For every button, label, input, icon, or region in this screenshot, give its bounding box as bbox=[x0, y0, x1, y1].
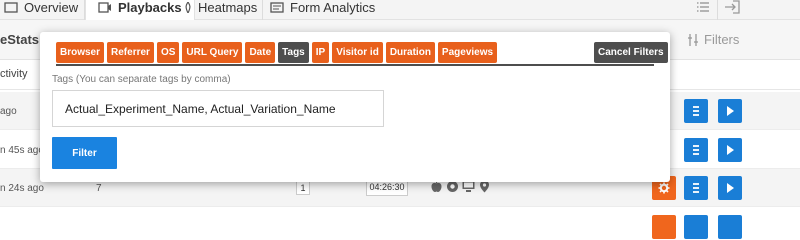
row-time: n 45s ago bbox=[0, 145, 44, 156]
details-button[interactable] bbox=[684, 215, 708, 239]
details-button[interactable] bbox=[684, 99, 708, 123]
form-analytics-icon bbox=[270, 1, 284, 13]
tab-overview-label: Overview bbox=[24, 0, 79, 15]
column-activity: ctivity bbox=[0, 68, 28, 80]
tab-playbacks[interactable]: Playbacks bbox=[85, 0, 195, 20]
filter-sliders-icon bbox=[688, 33, 698, 46]
filter-tab-os[interactable]: OS bbox=[156, 42, 180, 63]
device-icons bbox=[430, 180, 491, 194]
nav-divider bbox=[262, 0, 263, 20]
play-button[interactable] bbox=[718, 215, 742, 239]
play-button[interactable] bbox=[718, 176, 742, 200]
list-icon[interactable] bbox=[696, 0, 710, 14]
tab-divider bbox=[56, 64, 654, 66]
settings-button[interactable] bbox=[652, 215, 676, 239]
tab-playbacks-label: Playbacks bbox=[118, 0, 182, 15]
list-icon bbox=[693, 106, 699, 116]
filter-tab-tags[interactable]: Tags bbox=[278, 42, 309, 63]
details-button[interactable] bbox=[684, 176, 708, 200]
tab-overview[interactable]: Overview bbox=[4, 0, 78, 20]
filters-label: Filters bbox=[704, 32, 740, 47]
filter-tab-duration[interactable]: Duration bbox=[385, 42, 435, 63]
play-button[interactable] bbox=[718, 138, 742, 162]
play-icon bbox=[727, 145, 734, 155]
export-icon[interactable] bbox=[724, 0, 740, 14]
filter-tab-visitor-id[interactable]: Visitor id bbox=[332, 42, 383, 63]
tab-form-analytics[interactable]: Form Analytics bbox=[270, 0, 375, 20]
list-icon bbox=[693, 145, 699, 155]
tags-field-label: Tags (You can separate tags by comma) bbox=[52, 74, 231, 85]
filter-tab-ip[interactable]: IP bbox=[311, 42, 330, 63]
filter-tab-url-query[interactable]: URL Query bbox=[182, 42, 243, 63]
filter-tab-date[interactable]: Date bbox=[245, 42, 276, 63]
top-navigation: Overview Playbacks Heatmaps Form Analyti… bbox=[0, 0, 800, 20]
row-pages: 7 bbox=[96, 183, 102, 194]
heatmaps-icon bbox=[185, 1, 191, 13]
filter-button[interactable]: Filter bbox=[52, 137, 117, 169]
filter-panel: Browser Referrer OS URL Query Date Tags … bbox=[40, 32, 670, 182]
row-time: ago bbox=[0, 106, 17, 117]
tags-input[interactable] bbox=[52, 90, 384, 127]
row-time: n 24s ago bbox=[0, 183, 44, 194]
playbacks-icon bbox=[98, 1, 111, 13]
tab-heatmaps[interactable]: Heatmaps bbox=[184, 0, 257, 20]
play-button[interactable] bbox=[718, 99, 742, 123]
filters-button[interactable]: Filters bbox=[686, 32, 739, 47]
filter-tab-referrer[interactable]: Referrer bbox=[107, 42, 154, 63]
overview-icon bbox=[4, 1, 18, 13]
cancel-filters-button[interactable]: Cancel Filters bbox=[594, 42, 668, 63]
tab-form-analytics-label: Form Analytics bbox=[290, 0, 376, 15]
filter-tabs: Browser Referrer OS URL Query Date Tags … bbox=[56, 42, 498, 63]
gear-icon bbox=[658, 182, 670, 194]
filter-tab-pageviews[interactable]: Pageviews bbox=[437, 42, 498, 63]
tab-heatmaps-label: Heatmaps bbox=[198, 0, 258, 15]
details-button[interactable] bbox=[684, 138, 708, 162]
list-icon bbox=[693, 183, 699, 193]
play-icon bbox=[727, 106, 734, 116]
table-row[interactable] bbox=[0, 208, 800, 240]
nav-divider bbox=[717, 0, 718, 20]
row-badge: 1 bbox=[296, 181, 310, 195]
play-icon bbox=[727, 183, 734, 193]
filter-tab-browser[interactable]: Browser bbox=[56, 42, 105, 63]
